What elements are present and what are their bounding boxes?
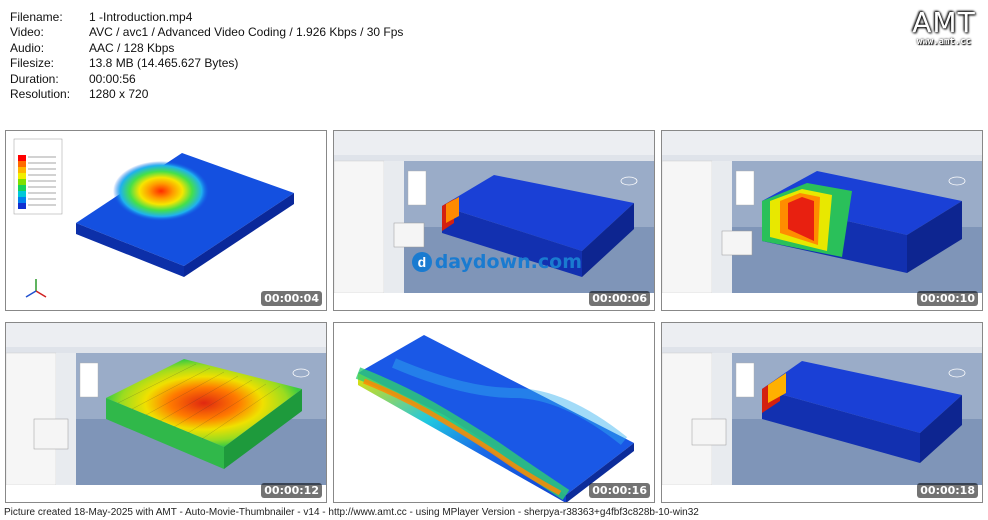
thumbnail-6[interactable]: 00:00:18 [661, 322, 983, 503]
filesize-value: 13.8 MB (14.465.627 Bytes) [89, 56, 239, 71]
daydown-watermark-text: daydown.com [434, 251, 582, 273]
timestamp-label: 00:00:12 [261, 483, 322, 498]
daydown-watermark: d daydown.com [412, 249, 582, 275]
thumbnail-3[interactable]: 00:00:10 [661, 130, 983, 311]
duration-row: Duration: 00:00:56 [10, 71, 136, 86]
timestamp-label: 00:00:10 [917, 291, 978, 306]
timestamp-label: 00:00:04 [261, 291, 322, 306]
timestamp-label: 00:00:06 [589, 291, 650, 306]
thumbnail-4[interactable]: 00:00:12 [5, 322, 327, 503]
fea-software-screenshot [6, 323, 326, 502]
file-metadata: Filename: 1 -Introduction.mp4 Video: AVC /… [10, 10, 403, 102]
footer-credits: Picture created 18-May-2025 with AMT - A… [4, 507, 699, 518]
filename-value: 1 -Introduction.mp4 [89, 10, 193, 24]
video-row: Video: AVC / avc1 / Advanced Video Coding… [10, 25, 404, 40]
amt-logo: AMT www.amt.cc [912, 6, 976, 47]
timestamp-label: 00:00:16 [589, 483, 650, 498]
fea-contour-plot-image [355, 329, 650, 502]
thumbnail-1[interactable]: 00:00:04 [5, 130, 327, 311]
resolution-row: Resolution: 1280 x 720 [10, 87, 149, 102]
audio-value: AAC / 128 Kbps [89, 40, 175, 55]
timestamp-label: 00:00:18 [917, 483, 978, 498]
resolution-value: 1280 x 720 [89, 87, 149, 102]
fea-contour-plot-image [13, 137, 321, 298]
duration-value: 00:00:56 [89, 71, 136, 86]
daydown-logo-icon: d [412, 252, 432, 272]
fea-software-screenshot [662, 131, 982, 310]
amt-logo-text: AMT [912, 6, 976, 39]
fea-software-screenshot [662, 323, 982, 502]
audio-row: Audio: AAC / 128 Kbps [10, 40, 175, 55]
filename-row: Filename: 1 -Introduction.mp4 [10, 10, 193, 24]
filesize-row: Filesize: 13.8 MB (14.465.627 Bytes) [10, 56, 239, 71]
fea-software-screenshot [334, 131, 654, 310]
thumbnail-2[interactable]: 00:00:06 [333, 130, 655, 311]
amt-logo-url: www.amt.cc [916, 37, 972, 47]
video-value: AVC / avc1 / Advanced Video Coding / 1.9… [89, 25, 404, 40]
thumbnail-5[interactable]: 00:00:16 [333, 322, 655, 503]
